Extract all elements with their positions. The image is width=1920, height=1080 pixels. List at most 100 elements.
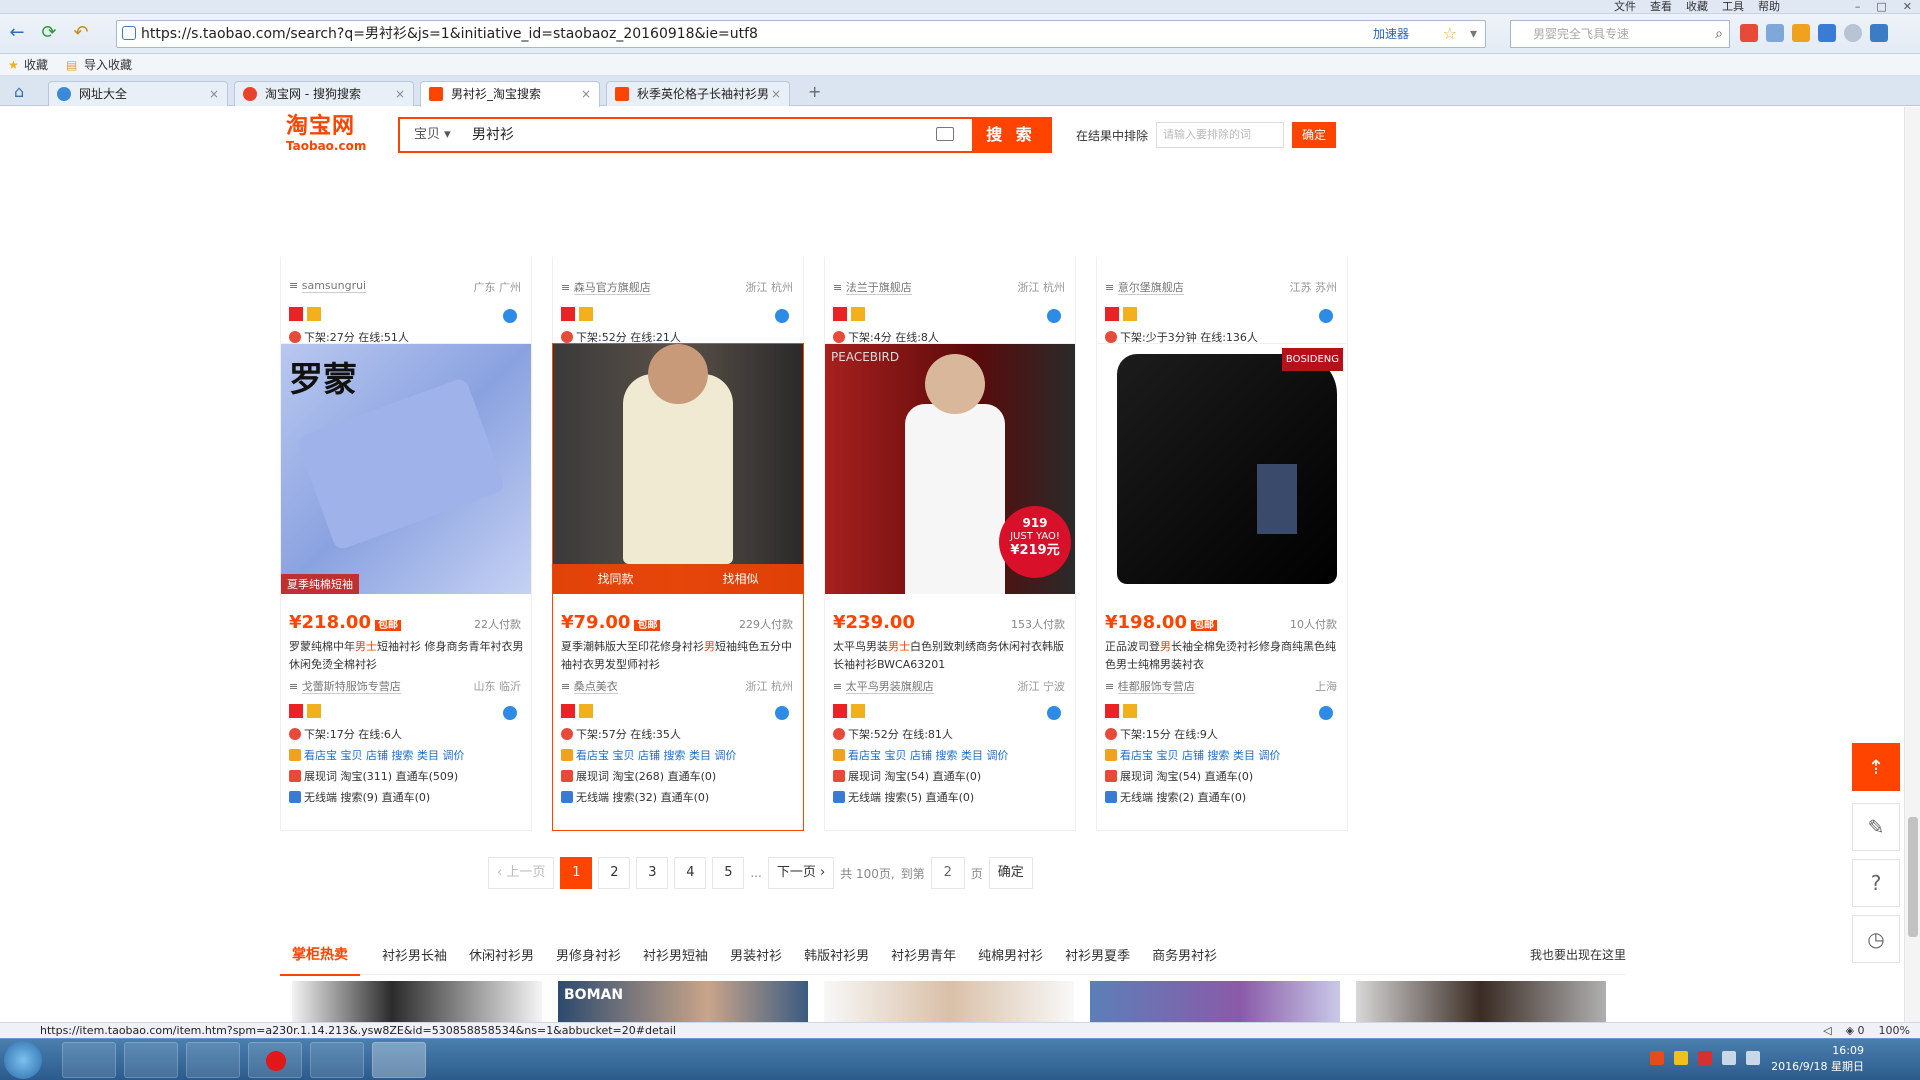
maximize-icon[interactable]: □ [1876,0,1886,14]
wangwang-chat-icon[interactable] [1047,706,1061,720]
next-page-button[interactable]: 下一页 › [767,857,835,889]
import-favorites-link[interactable]: 导入收藏 [84,54,132,76]
taskbar-app-tmall[interactable] [310,1042,364,1078]
tab-close-icon[interactable]: × [395,82,405,106]
menu-help[interactable]: 帮助 [1758,0,1780,14]
shop-link[interactable]: ≡ samsungrui [289,279,367,293]
search-type-select[interactable]: 宝贝 ▾ [414,119,451,151]
tab-close-icon[interactable]: × [209,82,219,106]
shop-link[interactable]: ≡ 森马官方旗舰店 [561,279,651,295]
hot-keyword[interactable]: 韩版衬衫男 [804,945,869,964]
product-card[interactable]: PEACEBIRD 919 JUST YAO! ¥219元 ¥239.00 153人付… [824,343,1076,831]
feedback-edit-button[interactable]: ✎ [1852,803,1900,851]
taskbar-app-sogou-browser[interactable] [372,1042,426,1078]
extension-key-icon[interactable] [1792,24,1810,42]
goto-confirm-button[interactable]: 确定 [988,857,1033,889]
wangwang-chat-icon[interactable] [775,706,789,720]
thumbnail-image[interactable] [1090,981,1340,1024]
find-same-button[interactable]: 找同款 [553,564,678,594]
page-5-button[interactable]: 5 [712,857,745,889]
stat-tools[interactable]: 看店宝 宝贝 店铺 搜索 类目 调价 [1105,745,1345,766]
advertise-here-link[interactable]: 我也要出现在这里 [1530,946,1626,963]
shop-link[interactable]: ≡ 戈蕾斯特服饰专营店 [289,678,401,694]
new-tab-icon[interactable]: + [808,82,821,101]
taskbar-clock[interactable]: 16:09 2016/9/18 星期日 [1771,1043,1864,1075]
exclude-confirm-button[interactable]: 确定 [1292,122,1337,148]
back-arrow-icon[interactable]: ← [6,22,28,44]
product-title[interactable]: 罗蒙纯棉中年男士短袖衬衫 修身商务青年衬衣男休闲免烫全棉衬衫 [289,638,525,674]
star-icon[interactable]: ☆ [1443,21,1457,47]
thumbnail-image[interactable]: BOMAN [558,981,808,1024]
menu-file[interactable]: 文件 [1614,0,1636,14]
wangwang-chat-icon[interactable] [1319,309,1333,323]
exclude-input[interactable]: 请输入要排除的词 [1156,122,1285,148]
search-button[interactable]: 搜 索 [972,119,1050,151]
start-button[interactable] [4,1041,42,1079]
stat-mobile[interactable]: 无线端 搜索(5) 直通车(0) [833,787,1073,808]
minimize-icon[interactable]: – [1855,0,1861,14]
shop-link[interactable]: ≡ 法兰于旗舰店 [833,279,912,295]
wangwang-chat-icon[interactable] [1047,309,1061,323]
wangwang-chat-icon[interactable] [503,309,517,323]
tray-volume-icon[interactable] [1746,1051,1760,1065]
scrollbar-thumb[interactable] [1908,817,1918,937]
back-to-top-button[interactable]: ⇡ [1852,743,1900,791]
taskbar-app-pdf[interactable] [186,1042,240,1078]
chevron-down-icon[interactable]: ▾ [1470,21,1477,47]
hot-keyword[interactable]: 商务男衬衫 [1152,945,1217,964]
taskbar-app-record[interactable] [248,1042,302,1078]
tab-nav-sites[interactable]: 网址大全 × [48,81,228,106]
tray-qq-icon[interactable] [1674,1051,1688,1065]
product-image[interactable]: BOSIDENG [1097,344,1347,594]
thumbnail-image[interactable] [824,981,1074,1024]
page-1-button[interactable]: 1 [560,857,593,889]
product-card[interactable]: 罗蒙 夏季纯棉短袖 ¥218.00 包邮 22人付款 罗蒙纯棉中年男士短袖衬衫 修身… [280,343,532,831]
extension-shield-icon[interactable] [1818,24,1836,42]
extension-window-icon[interactable] [1766,24,1784,42]
stat-impressions[interactable]: 展现词 淘宝(268) 直通车(0) [561,766,801,787]
page-scrollbar[interactable] [1904,107,1920,1024]
tab-close-icon[interactable]: × [771,82,781,106]
accelerator-label[interactable]: 加速器 [1373,21,1409,47]
stat-tools[interactable]: 看店宝 宝贝 店铺 搜索 类目 调价 [561,745,801,766]
product-image[interactable]: 罗蒙 夏季纯棉短袖 [281,344,531,594]
stat-mobile[interactable]: 无线端 搜索(32) 直通车(0) [561,787,801,808]
menu-view[interactable]: 查看 [1650,0,1672,14]
browser-search-input[interactable]: 男婴完全飞具专速 ⌕ [1510,20,1730,48]
hot-keyword[interactable]: 休闲衬衫男 [469,945,534,964]
stat-mobile[interactable]: 无线端 搜索(2) 直通车(0) [1105,787,1345,808]
download-icon[interactable] [1870,24,1888,42]
stat-impressions[interactable]: 展现词 淘宝(54) 直通车(0) [833,766,1073,787]
menu-tools[interactable]: 工具 [1722,0,1744,14]
home-icon[interactable]: ⌂ [14,82,24,101]
tab-plaid-shirt[interactable]: 秋季英伦格子长袖衬衫男 × [606,81,790,106]
tab-taobao-search[interactable]: 男衬衫_淘宝搜索 × [420,81,600,107]
hot-keyword[interactable]: 衬衫男短袖 [643,945,708,964]
stat-text[interactable]: 看店宝 宝贝 店铺 搜索 类目 调价 [304,749,464,762]
stat-text[interactable]: 无线端 搜索(2) 直通车(0) [1120,791,1246,804]
tray-sogou-icon[interactable] [1650,1051,1664,1065]
user-icon[interactable] [1844,24,1862,42]
wangwang-chat-icon[interactable] [775,309,789,323]
product-card[interactable]: 找同款 找相似 ¥79.00 包邮 229人付款 夏季潮韩版大至印花修身衬衫男短袖纯… [552,343,804,831]
stat-text[interactable]: 展现词 淘宝(54) 直通车(0) [848,770,981,783]
taskbar-app-cloud[interactable] [62,1042,116,1078]
magnifier-icon[interactable]: ⌕ [1715,21,1723,47]
product-title[interactable]: 太平鸟男装男士白色别致刺绣商务休闲衬衣韩版长袖衬衫BWCA63201 [833,638,1069,674]
stat-text[interactable]: 展现词 淘宝(54) 直通车(0) [1120,770,1253,783]
address-bar[interactable]: https://s.taobao.com/search?q=男衬衫&js=1&i… [116,20,1486,48]
stat-text[interactable]: 无线端 搜索(32) 直通车(0) [576,791,709,804]
thumbnail-image[interactable] [1356,981,1606,1024]
stat-text[interactable]: 看店宝 宝贝 店铺 搜索 类目 调价 [1120,749,1280,762]
speaker-icon[interactable]: ◁ [1823,1023,1831,1038]
stat-text[interactable]: 展现词 淘宝(268) 直通车(0) [576,770,716,783]
stat-impressions[interactable]: 展现词 淘宝(54) 直通车(0) [1105,766,1345,787]
zoom-level[interactable]: 100% [1879,1023,1910,1038]
shield-status-icon[interactable]: ◈ 0 [1846,1023,1865,1038]
product-image[interactable]: PEACEBIRD 919 JUST YAO! ¥219元 [825,344,1075,594]
stat-impressions[interactable]: 展现词 淘宝(311) 直通车(509) [289,766,529,787]
shop-link[interactable]: ≡ 桂都服饰专营店 [1105,678,1195,694]
shop-link[interactable]: ≡ 太平鸟男装旗舰店 [833,678,934,694]
stat-tools[interactable]: 看店宝 宝贝 店铺 搜索 类目 调价 [833,745,1073,766]
menu-favorites[interactable]: 收藏 [1686,0,1708,14]
